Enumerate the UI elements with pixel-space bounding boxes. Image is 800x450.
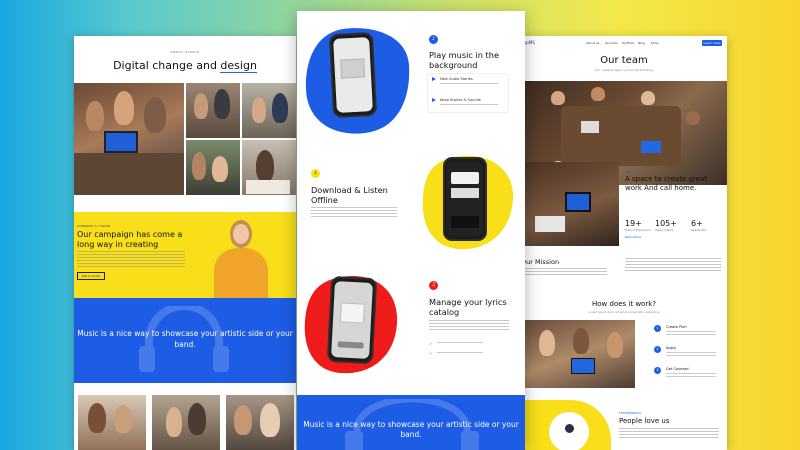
photo-team-1 [186,83,240,138]
woman-portrait [208,214,272,298]
team-subtitle: Our creative agency since its founding [595,68,653,72]
mission-paragraph-2 [625,258,721,272]
music-note-icon: ♪ [429,35,438,44]
banner-text: Music is a nice way to showcase your art… [77,329,293,349]
nav-cta-button[interactable]: Learn more [702,40,722,46]
read-more-link[interactable]: Read More [625,235,641,239]
phone-mockup-2 [443,157,487,241]
vision-paragraph [77,251,185,267]
vision-section: COMPANY'S VISION Our campaign has come a… [74,212,296,298]
feature-title-download: Download & Listen Offline [311,185,388,205]
feature-title-lyrics: Manage your lyrics catalog [429,297,507,317]
feature-title-play: Play music in the background [429,50,499,70]
photo-team-2 [242,83,296,138]
team-photo-grid [74,83,296,195]
left-page-preview: ABOUT STUDIO Digital change and design C… [74,36,296,450]
nav-about[interactable]: About us [586,41,599,45]
about-title: A space to create great work And call ho… [625,175,707,192]
center-page-preview: ♪ Play music in the background New Audio… [297,11,525,450]
nav-blog[interactable]: Blog [638,41,645,45]
laptop-photo [525,162,619,246]
testimonial-person [565,424,574,433]
about-kicker-right: ABOUT US [625,170,641,174]
feature-paragraph-3 [429,320,509,331]
nav-portfolio[interactable]: Portfolio [622,41,634,45]
feature-item-1: New Audio Stories [440,77,473,81]
how-it-works-title: How does it work? [592,300,656,308]
check-icon-2: ✓ [429,351,433,356]
testimonials-title: People love us [619,417,670,425]
bottom-photo-row [74,395,296,450]
check-item-1 [437,342,483,345]
mission-title: Our Mission [521,258,560,266]
nav-shop[interactable]: Shop [651,41,659,45]
music-banner: Music is a nice way to showcase your art… [74,298,296,383]
team-title: Our team [600,55,648,66]
title-highlight: design [220,59,257,73]
vision-title: Our campaign has come a long way in crea… [77,230,183,249]
center-music-banner: Music is a nice way to showcase your art… [297,395,525,450]
center-banner-text: Music is a nice way to showcase your art… [303,420,519,439]
about-kicker: ABOUT STUDIO [170,50,200,54]
stat-awards: 6+ Awards Won [691,219,707,232]
photo-bottom-2 [152,395,220,450]
mission-paragraph [521,268,607,277]
photo-team-3 [186,140,240,195]
get-in-touch-button[interactable]: Get in touch [77,272,105,280]
photo-bottom-1 [78,395,146,450]
testimonials-section: TESTIMONIALS People love us [521,400,727,450]
photo-bottom-3 [226,395,294,450]
nav-services[interactable]: Services [605,41,618,45]
play-icon-2 [432,98,436,102]
feature-paragraph-2 [311,207,397,218]
how-it-works-subtitle: Lorem ipsum dolor sit amet consectetur a… [588,310,660,314]
top-navigation: AppMS About us Services Portfolio Blog S… [521,36,727,50]
play-icon [432,77,436,81]
photo-meeting-large [74,83,184,195]
vision-kicker: COMPANY'S VISION [77,224,111,228]
testimonials-kicker: TESTIMONIALS [619,411,642,415]
feature-item-2-desc [440,104,498,107]
photo-team-4 [242,140,296,195]
check-icon-1: ✓ [429,341,433,346]
stat-clients: 105+ Happy Clients [655,219,677,232]
collaboration-photo [525,320,635,388]
testimonial-text [619,428,719,438]
stat-years: 19+ Years of Experience [625,219,651,232]
download-icon: ↓ [311,169,320,178]
phone-mockup-1 [328,31,378,119]
feature-item-1-desc [440,83,498,86]
check-item-2 [437,352,483,355]
page-title: Digital change and design [113,59,257,73]
phone-mockup-3 [326,275,378,365]
lyrics-icon: ♫ [429,281,438,290]
feature-item-2: Keep Stories & Sounds [440,98,481,102]
right-page-preview: AppMS About us Services Portfolio Blog S… [521,36,727,450]
